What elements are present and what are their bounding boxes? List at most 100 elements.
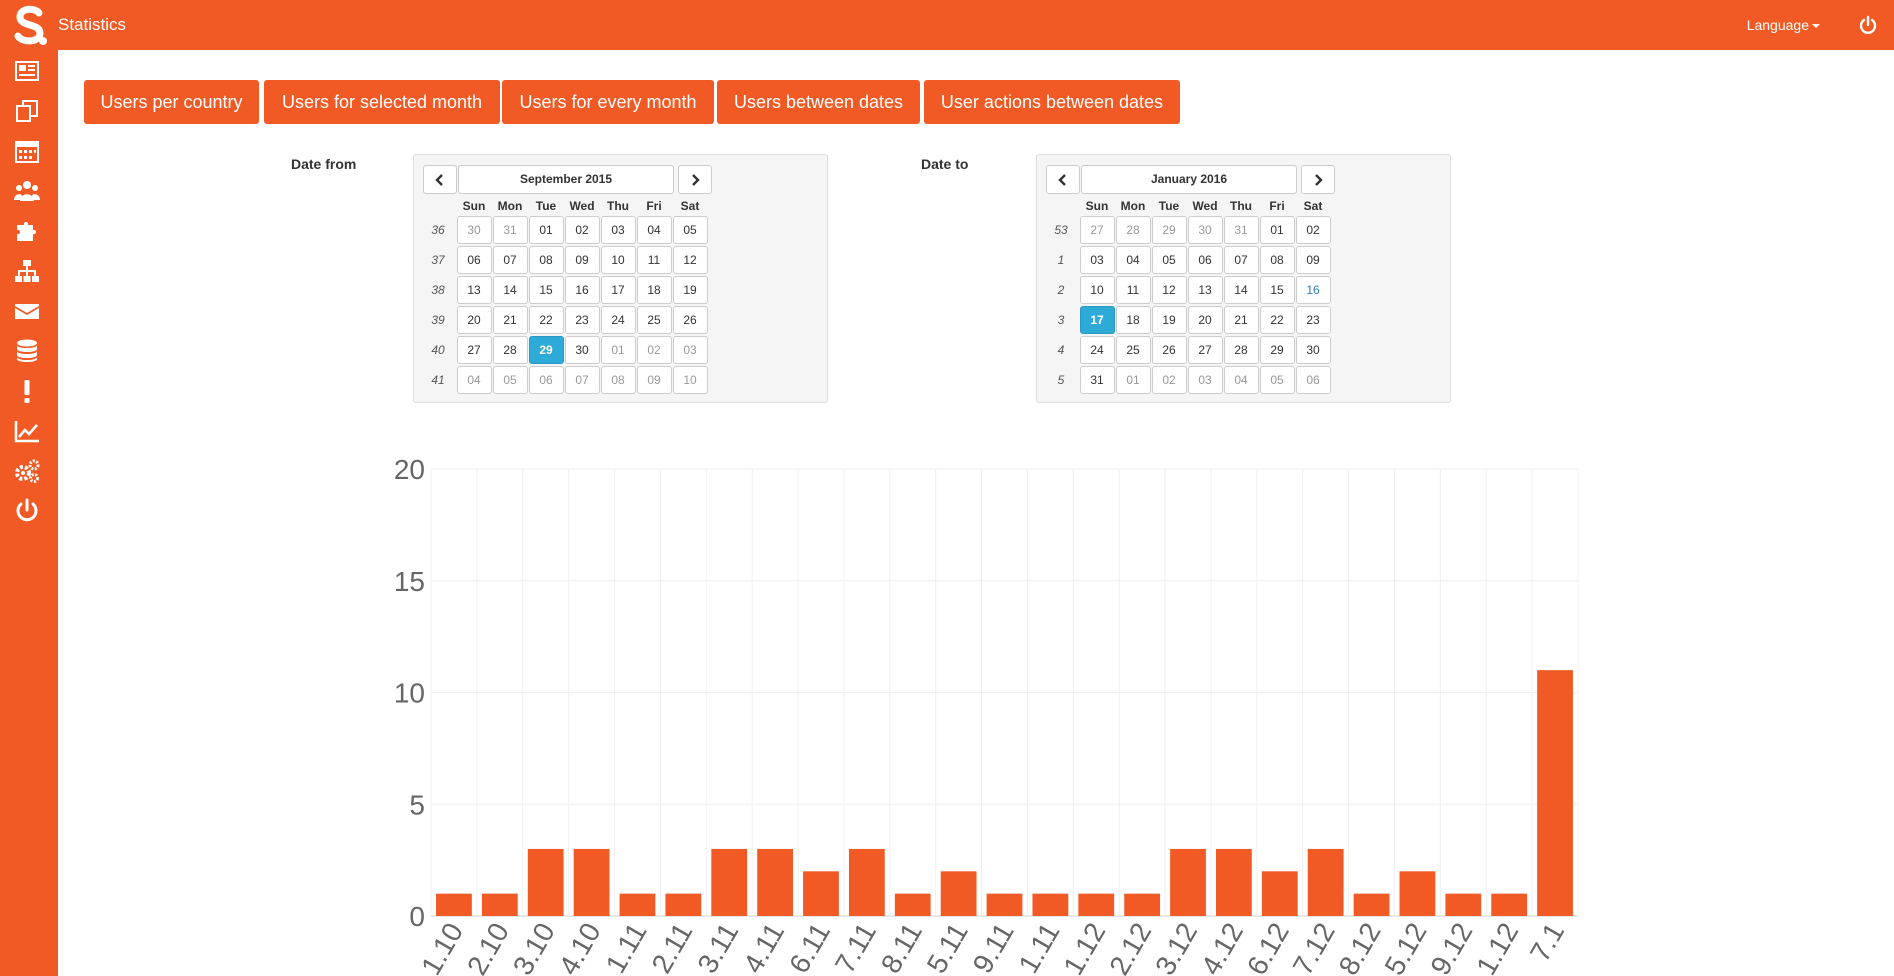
calendar-day[interactable]: 05 [1151,246,1187,274]
calendar-day[interactable]: 29 [1151,216,1187,244]
calendar-day[interactable]: 15 [1259,276,1295,304]
calendar-day[interactable]: 09 [636,366,672,394]
month-title-button[interactable]: January 2016 [1081,165,1297,194]
calendar-day[interactable]: 25 [1115,336,1151,364]
calendar-day[interactable]: 31 [1223,216,1259,244]
calendar-day[interactable]: 19 [1151,306,1187,334]
calendar-day[interactable]: 22 [528,306,564,334]
calendar-day[interactable]: 21 [1223,306,1259,334]
chart-bar[interactable] [757,848,793,916]
calendar-day[interactable]: 30 [564,336,600,364]
calendar-day[interactable]: 04 [456,366,492,394]
calendar-day[interactable]: 28 [1115,216,1151,244]
calendar-day[interactable]: 08 [528,246,564,274]
newspaper-icon[interactable] [12,56,42,86]
calendar-day[interactable]: 03 [1079,246,1115,274]
chart-bar[interactable] [848,848,885,916]
copy-icon[interactable] [12,96,42,126]
prev-month-button[interactable] [1046,165,1080,194]
calendar-icon[interactable] [12,136,42,166]
calendar-day[interactable]: 03 [1187,366,1223,394]
chart-bar[interactable] [481,893,518,916]
calendar-day[interactable]: 06 [528,366,564,394]
calendar-day[interactable]: 28 [492,336,528,364]
calendar-day[interactable]: 25 [636,306,672,334]
calendar-day[interactable]: 03 [600,216,636,244]
calendar-day[interactable]: 05 [672,216,708,244]
chart-bar[interactable] [803,871,839,916]
tab-users-for-selected-month[interactable]: Users for selected month [264,80,500,124]
calendar-day[interactable]: 07 [1223,246,1259,274]
chart-bar[interactable] [1491,893,1528,916]
chart-bar[interactable] [1124,893,1161,916]
calendar-day[interactable]: 05 [492,366,528,394]
calendar-day[interactable]: 12 [1151,276,1187,304]
chart-bar[interactable] [1537,670,1573,916]
calendar-day[interactable]: 21 [492,306,528,334]
calendar-day[interactable]: 16 [1295,276,1331,304]
calendar-day[interactable]: 11 [636,246,672,274]
calendar-day[interactable]: 08 [1259,246,1295,274]
chart-bar[interactable] [940,871,977,916]
chart-bar[interactable] [527,848,564,916]
calendar-day[interactable]: 08 [600,366,636,394]
power-icon[interactable] [1858,15,1878,35]
gears-icon[interactable] [12,456,42,486]
calendar-day[interactable]: 07 [564,366,600,394]
chart-bar[interactable] [894,893,931,916]
calendar-day[interactable]: 20 [456,306,492,334]
calendar-day[interactable]: 10 [1079,276,1115,304]
selected-day[interactable]: 17 [1079,306,1115,334]
calendar-day[interactable]: 06 [456,246,492,274]
chart-bar[interactable] [436,893,472,916]
calendar-day[interactable]: 30 [1187,216,1223,244]
calendar-day[interactable]: 02 [1295,216,1331,244]
tab-user-actions-between-dates[interactable]: User actions between dates [924,80,1180,124]
chart-bar[interactable] [1261,871,1298,916]
calendar-day[interactable]: 20 [1187,306,1223,334]
calendar-day[interactable]: 27 [1079,216,1115,244]
calendar-day[interactable]: 31 [492,216,528,244]
prev-month-button[interactable] [423,165,457,194]
calendar-day[interactable]: 09 [1295,246,1331,274]
chart-bar[interactable] [711,848,748,916]
calendar-day[interactable]: 16 [564,276,600,304]
calendar-day[interactable]: 01 [600,336,636,364]
line-chart-icon[interactable] [12,416,42,446]
tab-users-for-every-month[interactable]: Users for every month [502,80,714,124]
calendar-day[interactable]: 13 [1187,276,1223,304]
calendar-day[interactable]: 27 [456,336,492,364]
sitemap-icon[interactable] [12,256,42,286]
calendar-day[interactable]: 14 [1223,276,1259,304]
calendar-day[interactable]: 18 [1115,306,1151,334]
calendar-day[interactable]: 26 [672,306,708,334]
calendar-day[interactable]: 30 [1295,336,1331,364]
tab-users-between-dates[interactable]: Users between dates [717,80,920,124]
calendar-day[interactable]: 12 [672,246,708,274]
calendar-day[interactable]: 02 [1151,366,1187,394]
calendar-day[interactable]: 23 [564,306,600,334]
chart-bar[interactable] [1170,848,1206,916]
chart-bar[interactable] [1032,893,1069,916]
calendar-day[interactable]: 22 [1259,306,1295,334]
calendar-day[interactable]: 01 [528,216,564,244]
calendar-day[interactable]: 11 [1115,276,1151,304]
calendar-day[interactable]: 17 [600,276,636,304]
calendar-day[interactable]: 19 [672,276,708,304]
tab-users-per-country[interactable]: Users per country [84,80,259,124]
chart-bar[interactable] [1078,893,1115,916]
chart-bar[interactable] [1353,893,1390,916]
chart-bar[interactable] [619,893,656,916]
calendar-day[interactable]: 31 [1079,366,1115,394]
chart-bar[interactable] [1445,893,1482,916]
calendar-day[interactable]: 18 [636,276,672,304]
chart-bar[interactable] [573,848,610,916]
logo-icon[interactable] [12,4,48,46]
calendar-day[interactable]: 01 [1115,366,1151,394]
calendar-day[interactable]: 30 [456,216,492,244]
chart-bar[interactable] [1216,848,1252,916]
calendar-day[interactable]: 24 [1079,336,1115,364]
selected-day[interactable]: 29 [528,336,564,364]
database-icon[interactable] [12,336,42,366]
calendar-day[interactable]: 03 [672,336,708,364]
